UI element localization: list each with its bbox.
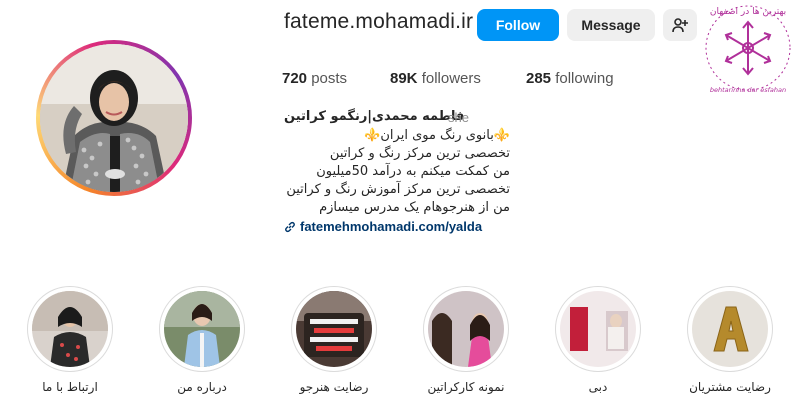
highlight-ring — [687, 286, 773, 372]
following-value: 285 — [526, 70, 552, 87]
bio-line: من از هنرجوهام یک مدرس میسازم — [319, 200, 510, 215]
watermark-latin: behtarinha dar esfahan — [710, 86, 786, 94]
bio-line: ⚜️بانوی رنگ موی ایران⚜️ — [364, 128, 510, 143]
highlight-item[interactable]: رضایت هنرجو — [289, 286, 379, 394]
message-button[interactable]: Message — [567, 9, 655, 41]
suggest-user-button[interactable] — [663, 9, 697, 41]
highlight-item[interactable]: رضایت مشتریان — [685, 286, 775, 394]
follow-button[interactable]: Follow — [477, 9, 559, 41]
about-me-photo-icon — [164, 291, 240, 367]
highlight-ring — [423, 286, 509, 372]
highlight-label: نمونه کارکراتین — [427, 380, 505, 394]
avatar-illustration — [40, 44, 188, 192]
highlight-label: دبی — [588, 380, 608, 394]
highlight-item[interactable]: ارتباط با ما — [25, 286, 115, 394]
bio-line: تخصصی ترین مرکز آموزش رنگ و کراتین — [286, 182, 510, 197]
highlight-ring — [27, 286, 113, 372]
followers-count[interactable]: 89K followers — [390, 70, 481, 87]
highlight-label: درباره من — [177, 380, 227, 394]
highlight-label: رضایت مشتریان — [689, 380, 771, 394]
following-label: following — [555, 70, 614, 87]
followers-label: followers — [421, 70, 481, 87]
avatar-photo — [40, 44, 188, 192]
posts-value: 720 — [282, 70, 308, 87]
highlight-item[interactable]: دبی — [553, 286, 643, 394]
keratin-sample-photo-icon — [428, 291, 504, 367]
profile-avatar[interactable] — [36, 40, 192, 196]
followers-value: 89K — [390, 70, 418, 87]
bio-line: تخصصی ترین مرکز رنگ و کراتین — [329, 146, 510, 161]
profile-full-name: فاطمه محمدی|رنگمو کراتین — [284, 109, 465, 124]
person-add-icon — [672, 18, 688, 33]
contact-photo-icon — [32, 291, 108, 367]
posts-label: posts — [311, 70, 348, 87]
student-review-photo-icon — [296, 291, 372, 367]
link-icon — [285, 221, 295, 232]
profile-pronoun: she — [448, 110, 469, 125]
profile-username: fateme.mohamadi.ir — [284, 10, 474, 33]
highlight-item[interactable]: نمونه کارکراتین — [421, 286, 511, 394]
highlight-label: رضایت هنرجو — [299, 380, 369, 394]
watermark-logo: بهترین ها در اصفهان behtarinha dar esfah… — [700, 0, 800, 100]
snowflake-logo-icon: بهترین ها در اصفهان behtarinha dar esfah… — [705, 5, 791, 94]
watermark-text: بهترین ها در اصفهان — [710, 7, 786, 17]
bio-link-text: fatemehmohamadi.com/yalda — [300, 219, 483, 234]
highlight-ring — [555, 286, 641, 372]
highlight-item[interactable]: درباره من — [157, 286, 247, 394]
highlight-label: ارتباط با ما — [42, 380, 98, 394]
posts-count[interactable]: 720 posts — [282, 70, 347, 87]
following-count[interactable]: 285 following — [526, 70, 614, 87]
bio-link[interactable]: fatemehmohamadi.com/yalda — [284, 219, 482, 234]
dubai-salon-photo-icon — [560, 291, 636, 367]
bio-line: من کمکت میکنم به درآمد 50میلیون — [316, 164, 510, 179]
highlight-ring — [291, 286, 377, 372]
highlight-ring — [159, 286, 245, 372]
gold-letter-a-icon — [692, 291, 768, 367]
